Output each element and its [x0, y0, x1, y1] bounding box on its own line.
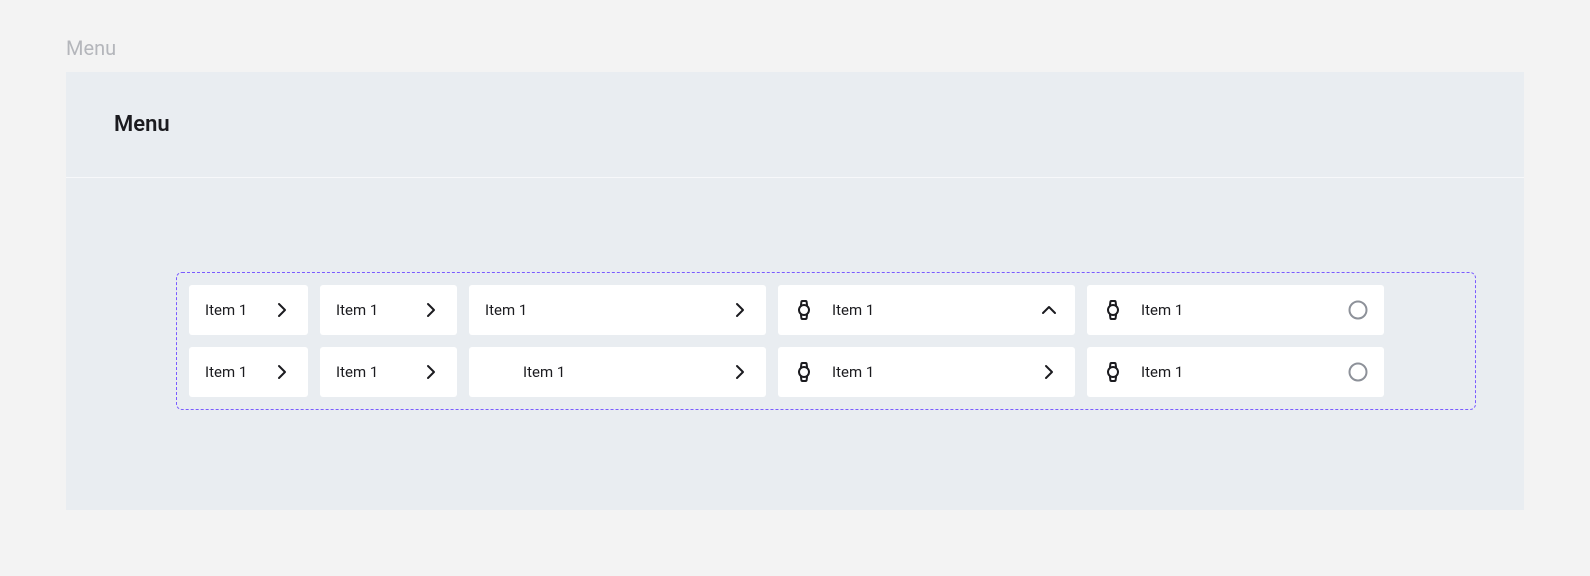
chevron-right-icon: [421, 300, 441, 320]
chevron-right-icon: [730, 300, 750, 320]
menu-item-label: Item 1: [832, 301, 874, 319]
watch-icon: [794, 300, 814, 320]
menu-item-label: Item 1: [485, 363, 565, 381]
variant-selection-box: Item 1 Item 1 Item 1: [176, 272, 1476, 410]
chevron-up-icon: [1039, 300, 1059, 320]
chevron-right-icon: [730, 362, 750, 382]
radio-unchecked-icon: [1348, 362, 1368, 382]
breadcrumb: Menu: [66, 36, 1524, 60]
radio-unchecked-icon: [1348, 300, 1368, 320]
menu-item-leading-icon-expanded[interactable]: Item 1: [778, 285, 1075, 335]
menu-item-leading-icon-radio[interactable]: Item 1: [1087, 285, 1384, 335]
watch-icon: [1103, 300, 1123, 320]
menu-item-basic-indented[interactable]: Item 1: [469, 347, 766, 397]
menu-item-label: Item 1: [336, 363, 378, 381]
menu-item-basic[interactable]: Item 1: [320, 285, 457, 335]
chevron-right-icon: [421, 362, 441, 382]
menu-item-basic[interactable]: Item 1: [189, 285, 308, 335]
watch-icon: [794, 362, 814, 382]
menu-item-basic[interactable]: Item 1: [189, 347, 308, 397]
chevron-right-icon: [272, 362, 292, 382]
menu-item-basic-wide[interactable]: Item 1: [469, 285, 766, 335]
menu-row: Item 1 Item 1 Item 1: [189, 347, 1463, 397]
panel-body: Item 1 Item 1 Item 1: [66, 178, 1524, 510]
menu-item-label: Item 1: [205, 301, 247, 319]
menu-row: Item 1 Item 1 Item 1: [189, 285, 1463, 335]
menu-item-leading-icon-radio[interactable]: Item 1: [1087, 347, 1384, 397]
menu-item-label: Item 1: [205, 363, 247, 381]
menu-item-label: Item 1: [485, 301, 527, 319]
menu-item-basic[interactable]: Item 1: [320, 347, 457, 397]
menu-item-label: Item 1: [336, 301, 378, 319]
menu-item-leading-icon-collapsed[interactable]: Item 1: [778, 347, 1075, 397]
menu-item-label: Item 1: [1141, 363, 1183, 381]
panel-title: Menu: [114, 112, 1476, 137]
component-panel: Menu Item 1 Item 1: [66, 72, 1524, 510]
chevron-right-icon: [1039, 362, 1059, 382]
chevron-right-icon: [272, 300, 292, 320]
watch-icon: [1103, 362, 1123, 382]
panel-header: Menu: [66, 72, 1524, 178]
menu-item-label: Item 1: [1141, 301, 1183, 319]
menu-item-label: Item 1: [832, 363, 874, 381]
